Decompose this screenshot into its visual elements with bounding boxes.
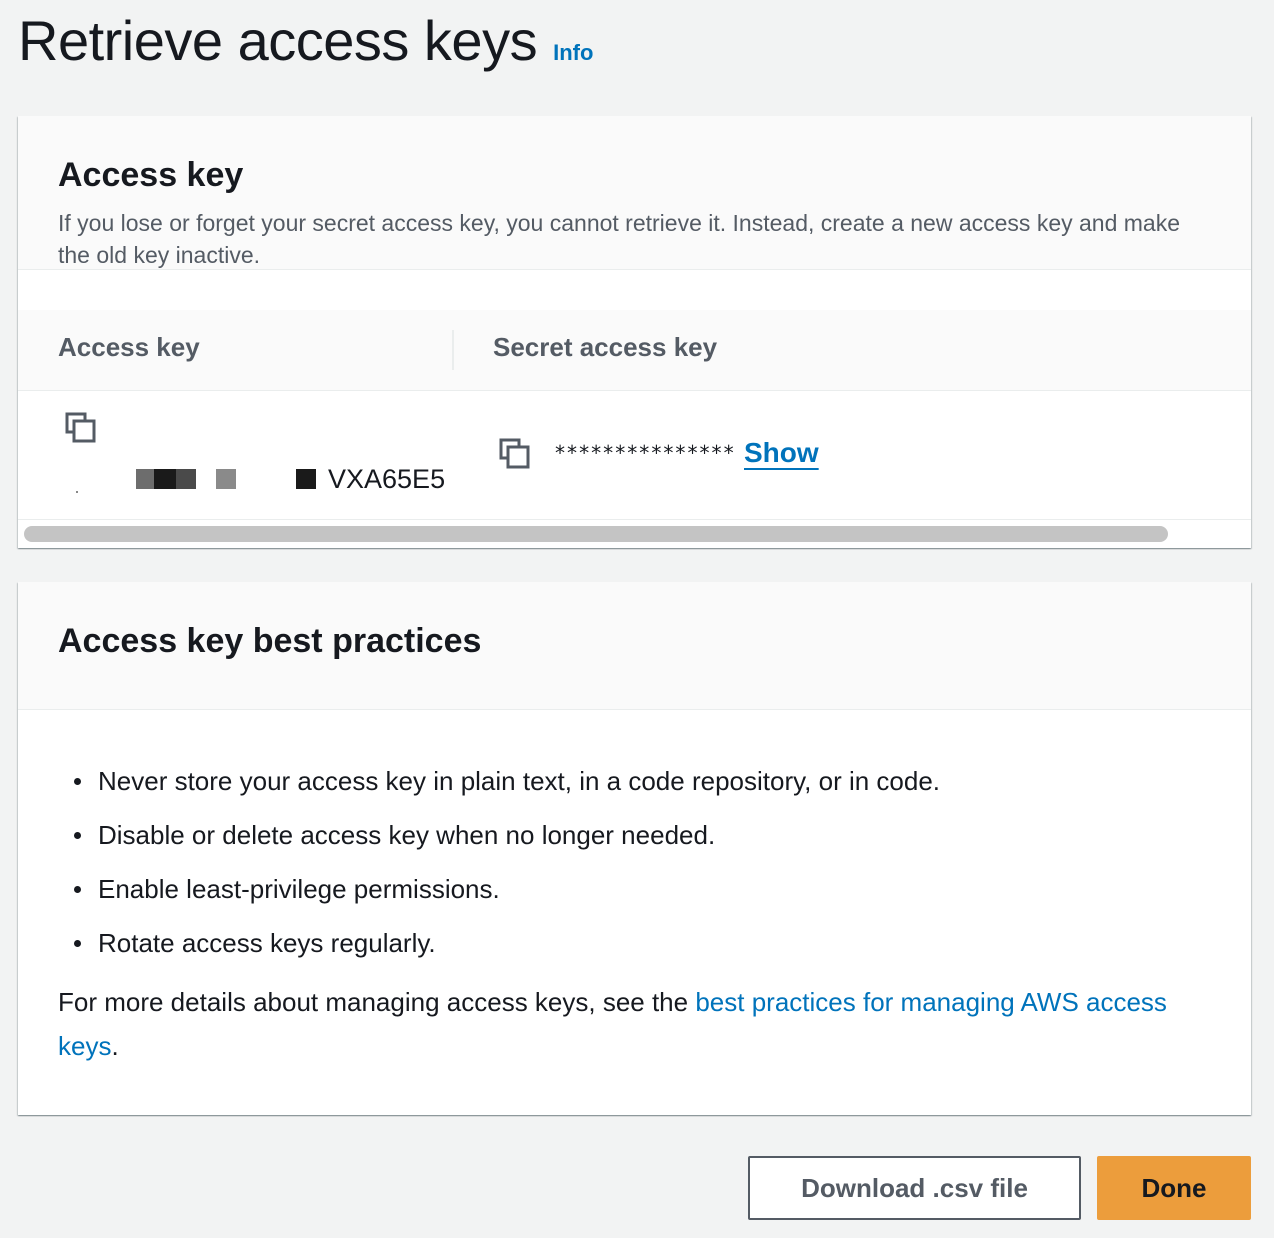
access-key-panel: Access key If you lose or forget your se… <box>18 116 1251 548</box>
page-title: Retrieve access keys <box>18 9 538 72</box>
redaction-block <box>76 491 78 493</box>
download-csv-button[interactable]: Download .csv file <box>748 1156 1081 1220</box>
best-practices-panel-title: Access key best practices <box>58 622 482 660</box>
more-details-suffix: . <box>111 1031 119 1061</box>
redaction-block <box>176 469 196 489</box>
info-link[interactable]: Info <box>553 40 593 66</box>
more-details-text: For more details about managing access k… <box>58 980 1188 1068</box>
best-practices-list: Never store your access key in plain tex… <box>74 754 940 970</box>
done-button[interactable]: Done <box>1097 1156 1251 1220</box>
scrollbar-thumb[interactable] <box>24 526 1168 542</box>
redaction-block <box>296 469 316 489</box>
access-key-panel-title: Access key <box>58 156 244 194</box>
table-row: VXA65E5 *************** Show <box>18 391 1251 520</box>
redaction-block <box>154 469 176 489</box>
best-practices-panel-header: Access key best practices <box>18 582 1251 710</box>
copy-icon[interactable] <box>498 437 532 471</box>
access-key-table-header: Access key Secret access key <box>18 310 1251 391</box>
list-item: Disable or delete access key when no lon… <box>74 808 940 862</box>
column-header-access-key: Access key <box>58 332 200 362</box>
access-key-value: VXA65E5 <box>58 461 445 501</box>
secret-access-key-mask: *************** <box>554 441 735 465</box>
list-item: Never store your access key in plain tex… <box>74 754 940 808</box>
redaction-block <box>216 469 236 489</box>
column-divider[interactable] <box>452 330 454 370</box>
access-key-visible-suffix[interactable]: VXA65E5 <box>328 464 445 495</box>
access-key-panel-description: If you lose or forget your secret access… <box>58 210 1181 268</box>
redaction-block <box>136 469 154 489</box>
horizontal-scrollbar[interactable] <box>18 520 1251 548</box>
best-practices-panel: Access key best practices Never store yo… <box>18 582 1251 1115</box>
list-item: Enable least-privilege permissions. <box>74 862 940 916</box>
column-header-secret-access-key: Secret access key <box>493 332 718 362</box>
access-key-panel-header: Access key If you lose or forget your se… <box>18 116 1251 270</box>
copy-icon[interactable] <box>64 411 98 445</box>
list-item: Rotate access keys regularly. <box>74 916 940 970</box>
show-secret-link[interactable]: Show <box>744 437 819 469</box>
more-details-prefix: For more details about managing access k… <box>58 987 696 1017</box>
page-header: Retrieve access keys Info <box>18 8 593 73</box>
